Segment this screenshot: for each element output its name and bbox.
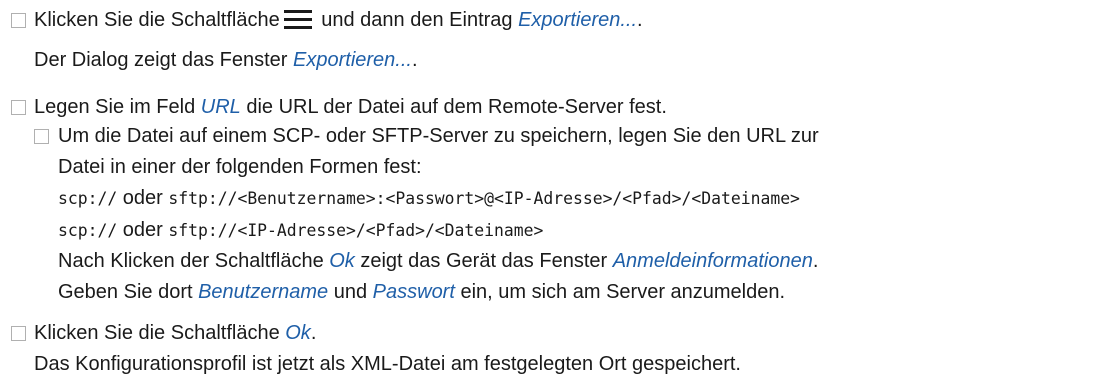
url-form-2: scp:// oder sftp://<IP-Adresse>/<Pfad>/<… (58, 218, 543, 243)
instruction-text: Nach Klicken der Schaltfläche (58, 250, 330, 272)
instruction-text: und (328, 281, 373, 303)
or-text: oder (117, 219, 169, 241)
step3-result: Das Konfigurationsprofil ist jetzt als X… (34, 352, 741, 376)
punctuation: . (812, 250, 819, 272)
step-checkbox (11, 13, 26, 28)
url-scheme-scp: scp:// (58, 221, 118, 240)
field-name-password: Passwort (372, 281, 455, 303)
url-form-1: scp:// oder sftp://<Benutzername>:<Passw… (58, 186, 800, 211)
step2-line: Legen Sie im Feld URL die URL der Datei … (34, 95, 667, 119)
after-ok-line1: Nach Klicken der Schaltfläche Ok zeigt d… (58, 249, 818, 273)
step3-line1: Klicken Sie die Schaltfläche Ok. (34, 321, 316, 345)
or-text: oder (117, 187, 169, 209)
substep-line2: Datei in einer der folgenden Formen fest… (58, 155, 422, 179)
field-name-username: Benutzername (198, 281, 329, 303)
url-template-with-credentials: sftp://<Benutzername>:<Passwort>@<IP-Adr… (168, 189, 800, 208)
button-name-ok: Ok (285, 322, 311, 344)
url-template: sftp://<IP-Adresse>/<Pfad>/<Dateiname> (168, 221, 544, 240)
instruction-text: Geben Sie dort (58, 281, 199, 303)
after-ok-line2: Geben Sie dort Benutzername und Passwort… (58, 280, 785, 304)
substep-checkbox (34, 129, 49, 144)
window-name-credentials: Anmeldeinformationen (612, 250, 813, 272)
instruction-text: ein, um sich am Server anzumelden. (454, 281, 786, 303)
step-checkbox (11, 326, 26, 341)
punctuation: . (310, 322, 317, 344)
step1-line2: Der Dialog zeigt das Fenster Exportieren… (34, 48, 418, 72)
substep-line1: Um die Datei auf einem SCP- oder SFTP-Se… (58, 124, 819, 148)
field-name-url: URL (200, 96, 241, 118)
instruction-text: zeigt das Gerät das Fenster (354, 250, 613, 272)
button-name-ok: Ok (329, 250, 355, 272)
window-name-export: Exportieren... (293, 49, 412, 71)
menu-entry-export: Exportieren... (518, 9, 638, 31)
step1-line1: Klicken Sie die Schaltfläche und dann de… (34, 8, 643, 32)
step1-result-text: Der Dialog zeigt das Fenster (34, 49, 294, 71)
punctuation: . (637, 9, 643, 31)
step3-text: Klicken Sie die Schaltfläche (34, 322, 286, 344)
step2-text: Legen Sie im Feld (34, 96, 201, 118)
punctuation: . (411, 49, 418, 71)
step1-text-middle: und dann den Eintrag (315, 9, 519, 31)
step-checkbox (11, 100, 26, 115)
url-scheme-scp: scp:// (58, 189, 118, 208)
step3-result-text: Das Konfigurationsprofil ist jetzt als X… (34, 353, 741, 375)
substep-text: Um die Datei auf einem SCP- oder SFTP-Se… (58, 125, 819, 147)
substep-text: Datei in einer der folgenden Formen fest… (58, 156, 422, 178)
hamburger-menu-icon (283, 9, 312, 29)
step2-text-end: die URL der Datei auf dem Remote-Server … (240, 96, 667, 118)
step1-text: Klicken Sie die Schaltfläche (34, 9, 280, 31)
